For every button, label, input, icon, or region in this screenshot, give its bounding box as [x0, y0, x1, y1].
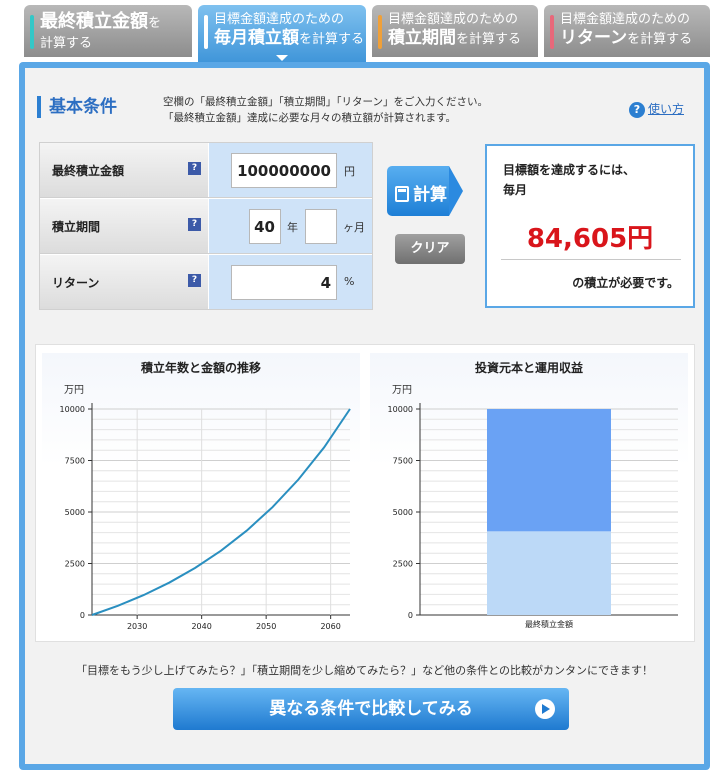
section-title: 基本条件 — [37, 96, 117, 118]
y-tick-label: 2500 — [393, 560, 413, 569]
calculate-button[interactable]: 計算 — [387, 166, 463, 216]
tab-accent-bar — [30, 15, 34, 49]
tab-label-suffix: を — [148, 16, 162, 31]
target-amount-input[interactable]: 100000000 — [231, 153, 337, 188]
x-tick-label: 2060 — [320, 622, 340, 631]
unit-years: 年 — [287, 221, 298, 234]
unit-yen: 円 — [344, 165, 355, 178]
active-tab-caret-icon — [276, 55, 288, 61]
tab-label-suffix: を計算する — [456, 32, 522, 47]
breakdown-bar-chart: 投資元本と運用収益 万円 0 2500 5000 7500 10000 最終積立金額 — [370, 353, 688, 635]
months-input[interactable] — [305, 209, 337, 244]
tab-label: 目標金額達成のための — [388, 12, 519, 27]
row-return: リターン ? 4 % — [40, 255, 372, 310]
unit-months: ヶ月 — [343, 221, 365, 234]
tab-label-bold: 毎月積立額 — [214, 28, 299, 48]
question-icon: ? — [628, 102, 645, 118]
compare-label: 異なる条件で比較してみる — [269, 699, 473, 719]
y-tick-label: 10000 — [60, 405, 85, 414]
x-category-label: 最終積立金額 — [525, 619, 573, 629]
tab-label-bold: リターン — [560, 28, 628, 48]
row-period: 積立期間 ? 40 年 ヶ月 — [40, 199, 372, 254]
result-suffix: の積立が必要です。 — [572, 276, 679, 290]
x-tick-label: 2050 — [256, 622, 276, 631]
y-tick-label: 10000 — [388, 405, 413, 414]
tab-label: 目標金額達成のための — [214, 12, 345, 27]
input-form: 最終積立金額 ? 100000000 円 積立期間 ? 40 年 ヶ月 リターン — [39, 142, 373, 310]
result-line1: 目標額を達成するには、 — [503, 163, 636, 177]
tab-label-suffix: を計算する — [627, 32, 693, 47]
y-tick-label: 7500 — [393, 457, 413, 466]
y-tick-label: 0 — [80, 611, 85, 620]
help-icon[interactable]: ? — [188, 218, 201, 231]
tab-accent-bar — [378, 15, 382, 49]
tab-final-amount[interactable]: 最終積立金額を 計算する — [24, 5, 192, 57]
tab-label-bold: 積立期間 — [388, 28, 456, 48]
calculator-icon — [395, 186, 409, 202]
calculator-panel: 基本条件 空欄の「最終積立金額」「積立期間」「リターン」をご入力ください。 「最… — [25, 68, 704, 764]
growth-line-chart: 積立年数と金額の推移 万円 0 2500 5000 7500 10000 2030 2040 2… — [42, 353, 360, 635]
instructions: 空欄の「最終積立金額」「積立期間」「リターン」をご入力ください。 「最終積立金額… — [163, 94, 488, 126]
tab-return[interactable]: 目標金額達成のための リターンを計算する — [544, 5, 710, 57]
tab-sublabel: 計算する — [40, 36, 93, 51]
how-to-link[interactable]: ? 使い方 — [628, 100, 684, 118]
tab-label: 目標金額達成のための — [560, 12, 691, 27]
y-tick-label: 7500 — [65, 457, 85, 466]
instruction-line: 「最終積立金額」達成に必要な月々の積立額が計算されます。 — [163, 112, 456, 124]
line-chart-svg: 万円 0 2500 5000 7500 10000 2030 2040 2050 2060 — [60, 385, 351, 631]
tab-monthly-amount[interactable]: 目標金額達成のための 毎月積立額を計算する — [198, 5, 366, 63]
bar-segment — [487, 531, 611, 615]
arrow-icon — [449, 166, 463, 216]
clear-button[interactable]: クリア — [395, 234, 465, 264]
label-target-amount: 最終積立金額 — [40, 143, 208, 197]
bar-chart-svg: 万円 0 2500 5000 7500 10000 最終積立金額 — [388, 385, 678, 629]
how-to-label: 使い方 — [647, 102, 684, 116]
y-tick-label: 0 — [408, 611, 413, 620]
unit-percent: % — [344, 275, 355, 288]
help-icon[interactable]: ? — [188, 162, 201, 175]
y-axis-label: 万円 — [392, 385, 412, 396]
result-line2: 毎月 — [503, 183, 528, 197]
compare-button[interactable]: 異なる条件で比較してみる — [173, 688, 569, 730]
tab-label: 最終積立金額 — [40, 11, 148, 32]
row-target-amount: 最終積立金額 ? 100000000 円 — [40, 143, 372, 198]
result-box: 目標額を達成するには、 毎月 84,605円 の積立が必要です。 — [485, 144, 695, 308]
instruction-line: 空欄の「最終積立金額」「積立期間」「リターン」をご入力ください。 — [163, 96, 488, 108]
y-axis-label: 万円 — [64, 385, 84, 396]
x-tick-label: 2030 — [127, 622, 147, 631]
compare-note: 「目標をもう少し上げてみたら？」「積立期間を少し縮めてみたら？」など他の条件との… — [75, 664, 654, 677]
x-tick-label: 2040 — [191, 622, 211, 631]
calculate-label: 計算 — [413, 185, 447, 205]
play-icon — [535, 699, 555, 719]
tab-accent-bar — [204, 15, 208, 49]
monthly-amount: 84,605円 — [526, 224, 654, 254]
charts-area: 積立年数と金額の推移 万円 0 2500 5000 7500 10000 2030 2040 2… — [35, 344, 695, 642]
calculator-frame: 基本条件 空欄の「最終積立金額」「積立期間」「リターン」をご入力ください。 「最… — [19, 62, 710, 770]
return-input[interactable]: 4 — [231, 265, 337, 300]
tab-accent-bar — [550, 15, 554, 49]
tab-period[interactable]: 目標金額達成のための 積立期間を計算する — [372, 5, 538, 57]
y-tick-label: 5000 — [393, 508, 413, 517]
label-return: リターン — [40, 255, 208, 309]
tab-label-suffix: を計算する — [299, 32, 365, 47]
bar-segment — [487, 409, 611, 532]
divider — [501, 259, 681, 260]
calc-mode-tabs: 最終積立金額を 計算する 目標金額達成のための 毎月積立額を計算する 目標金額達… — [24, 5, 710, 63]
y-tick-label: 2500 — [65, 560, 85, 569]
y-tick-label: 5000 — [65, 508, 85, 517]
help-icon[interactable]: ? — [188, 274, 201, 287]
years-input[interactable]: 40 — [249, 209, 281, 244]
label-period: 積立期間 — [40, 199, 208, 253]
